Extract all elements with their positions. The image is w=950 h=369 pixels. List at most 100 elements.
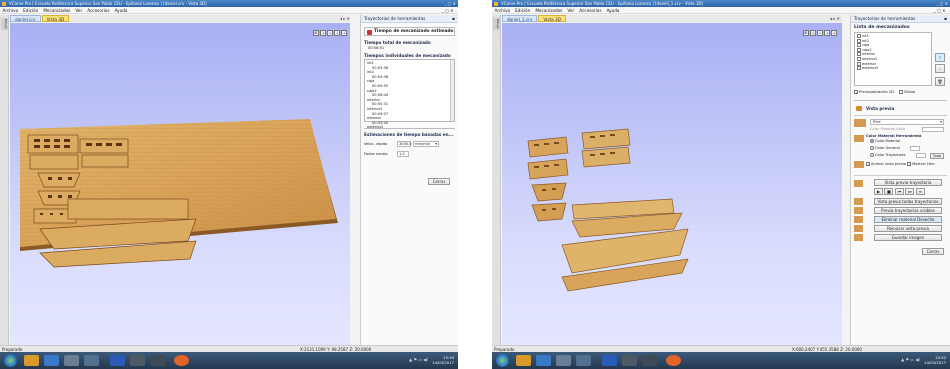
app-icon-2[interactable]	[150, 355, 165, 366]
tab-3d-view[interactable]: Vista 3D	[41, 15, 70, 22]
solid-color-select[interactable]	[922, 127, 944, 132]
window-controls[interactable]: _ ▢ ✕	[936, 0, 948, 7]
remove-material-button[interactable]: Eliminar material Desecho	[874, 216, 942, 223]
media-icon[interactable]	[84, 355, 99, 366]
menu-ayuda[interactable]: Ayuda	[604, 7, 622, 14]
document-controls[interactable]: _ ▢ ✕	[439, 7, 456, 14]
path-color-select[interactable]	[916, 153, 926, 158]
checkbox[interactable]	[857, 56, 861, 61]
toolpath-item[interactable]: exterior2	[857, 66, 929, 71]
word-icon[interactable]	[110, 355, 125, 366]
stop-icon[interactable]: ■	[884, 188, 894, 195]
menu-accesorios[interactable]: Accesorios	[577, 7, 604, 14]
save-image-button[interactable]: Guardar imagen	[874, 234, 942, 241]
show-tool-checkbox[interactable]	[907, 162, 912, 166]
word-icon[interactable]	[602, 355, 617, 366]
scale-input[interactable]: 1.0	[397, 151, 409, 157]
solid-checkbox[interactable]	[899, 90, 904, 94]
system-tray[interactable]: ▲ ⚑ ▭ ◀)	[409, 357, 428, 362]
speed-unit-select[interactable]: mm/min ▾	[413, 141, 439, 147]
firefox-icon[interactable]	[174, 355, 189, 366]
menu-edicion[interactable]: Edición	[513, 7, 533, 14]
3d-view[interactable]	[10, 23, 350, 345]
view-top-icon[interactable]: ⊥	[810, 30, 816, 36]
radio-color-material[interactable]	[870, 139, 874, 143]
view-pin-controls[interactable]: ◂ ▸ ✕	[340, 16, 350, 21]
skip-back-icon[interactable]: ⏮	[894, 188, 904, 195]
menu-ver[interactable]: Ver	[73, 7, 85, 14]
checkbox[interactable]	[857, 66, 861, 71]
menu-archivo[interactable]: Archivo	[0, 7, 21, 14]
speed-input[interactable]: 3000.0	[397, 141, 412, 147]
view-left-icon[interactable]: ⊥	[334, 30, 340, 36]
vcarve-icon[interactable]	[64, 355, 79, 366]
start-button[interactable]	[4, 354, 17, 367]
view-front-icon[interactable]: ⟂	[817, 30, 823, 36]
menu-icon[interactable]: ≡	[915, 188, 925, 195]
view-pin-controls[interactable]: ◂ ▸ ✕	[830, 16, 840, 21]
app-icon-2[interactable]	[642, 355, 657, 366]
view-right-icon[interactable]: ⊥	[341, 30, 347, 36]
play-icon[interactable]: ▶	[874, 188, 883, 195]
delete-icon[interactable]: 🗑	[935, 77, 945, 86]
move-up-button[interactable]: ⇧	[935, 53, 945, 62]
panel-pin-icon[interactable]: ▪	[452, 15, 455, 23]
side-tab-dibujo[interactable]: Dibujo	[1, 18, 8, 30]
tab-file[interactable]: daniel_1.crv	[502, 15, 538, 22]
menu-mecanizados[interactable]: Mecanizados	[533, 7, 565, 14]
tab-file[interactable]: daniel.crv	[10, 15, 41, 22]
skip-forward-icon[interactable]: ⏭	[905, 188, 915, 195]
explorer-icon[interactable]	[536, 355, 551, 366]
checkbox[interactable]	[857, 43, 861, 48]
explorer-icon[interactable]	[44, 355, 59, 366]
firefox-icon[interactable]	[666, 355, 681, 366]
reset-preview-button[interactable]: Reiniciar vista previa	[874, 225, 942, 232]
all-button[interactable]: Todo	[930, 153, 944, 159]
general-color-select[interactable]	[910, 146, 920, 151]
preview-visible-button[interactable]: Previa trayectorias visibles	[874, 207, 942, 214]
radio-color-path-row[interactable]: Color Trayectoria	[870, 153, 905, 157]
folder-icon[interactable]	[516, 355, 531, 366]
toolpath-list[interactable]: int1 int2 caja caja2 interior interior2 …	[854, 32, 932, 86]
checkbox[interactable]	[857, 61, 861, 66]
preview-2d-checkbox[interactable]	[854, 90, 858, 94]
menu-mecanizados[interactable]: Mecanizados	[41, 7, 73, 14]
panel-pin-icon[interactable]: ▪	[944, 15, 947, 23]
window-controls[interactable]: _ ▢ ✕	[444, 0, 456, 7]
animate-checkbox[interactable]	[866, 162, 870, 166]
menu-accesorios[interactable]: Accesorios	[85, 7, 112, 14]
material-select[interactable]: Pine ▾	[870, 119, 944, 125]
move-down-button[interactable]: ⇩	[935, 64, 945, 73]
folder-icon[interactable]	[24, 355, 39, 366]
radio-color-general-row[interactable]: Color General	[870, 146, 900, 150]
view-right-icon[interactable]: ⊥	[831, 30, 837, 36]
checkbox[interactable]	[857, 47, 861, 52]
side-tab-dibujo[interactable]: Dibujo	[493, 18, 500, 30]
view-front-icon[interactable]: ⟂	[327, 30, 333, 36]
radio-color-general[interactable]	[870, 146, 874, 150]
bird-app-icon[interactable]	[130, 355, 145, 366]
preview-all-button[interactable]: Vista previa todas trayectorias	[874, 198, 942, 205]
view-top-icon[interactable]: ⊥	[320, 30, 326, 36]
system-tray[interactable]: ▲ ⚑ ▭ ◀)	[901, 357, 920, 362]
radio-color-path[interactable]	[870, 153, 874, 157]
vcarve-icon[interactable]	[556, 355, 571, 366]
individual-times-list[interactable]: int1 00:03:36 int2 00:03:36 caja 00:09:5…	[364, 59, 455, 129]
start-button[interactable]	[496, 354, 509, 367]
list-scrollbar[interactable]	[450, 60, 454, 121]
view-iso-icon[interactable]: ⊞	[313, 30, 319, 36]
close-button[interactable]: Cerrar	[428, 178, 450, 185]
bird-app-icon[interactable]	[622, 355, 637, 366]
checkbox[interactable]	[857, 52, 861, 57]
view-left-icon[interactable]: ⊥	[824, 30, 830, 36]
menu-archivo[interactable]: Archivo	[492, 7, 513, 14]
preview-toolpath-button[interactable]: Vista previa trayectoria	[874, 179, 942, 186]
menu-ver[interactable]: Ver	[565, 7, 577, 14]
checkbox[interactable]	[857, 38, 861, 43]
radio-color-material-row[interactable]: Color Material	[870, 139, 900, 143]
menu-edicion[interactable]: Edición	[21, 7, 41, 14]
media-icon[interactable]	[576, 355, 591, 366]
document-controls[interactable]: _ ▢ ✕	[931, 7, 948, 14]
checkbox[interactable]	[857, 34, 861, 38]
menu-ayuda[interactable]: Ayuda	[112, 7, 130, 14]
